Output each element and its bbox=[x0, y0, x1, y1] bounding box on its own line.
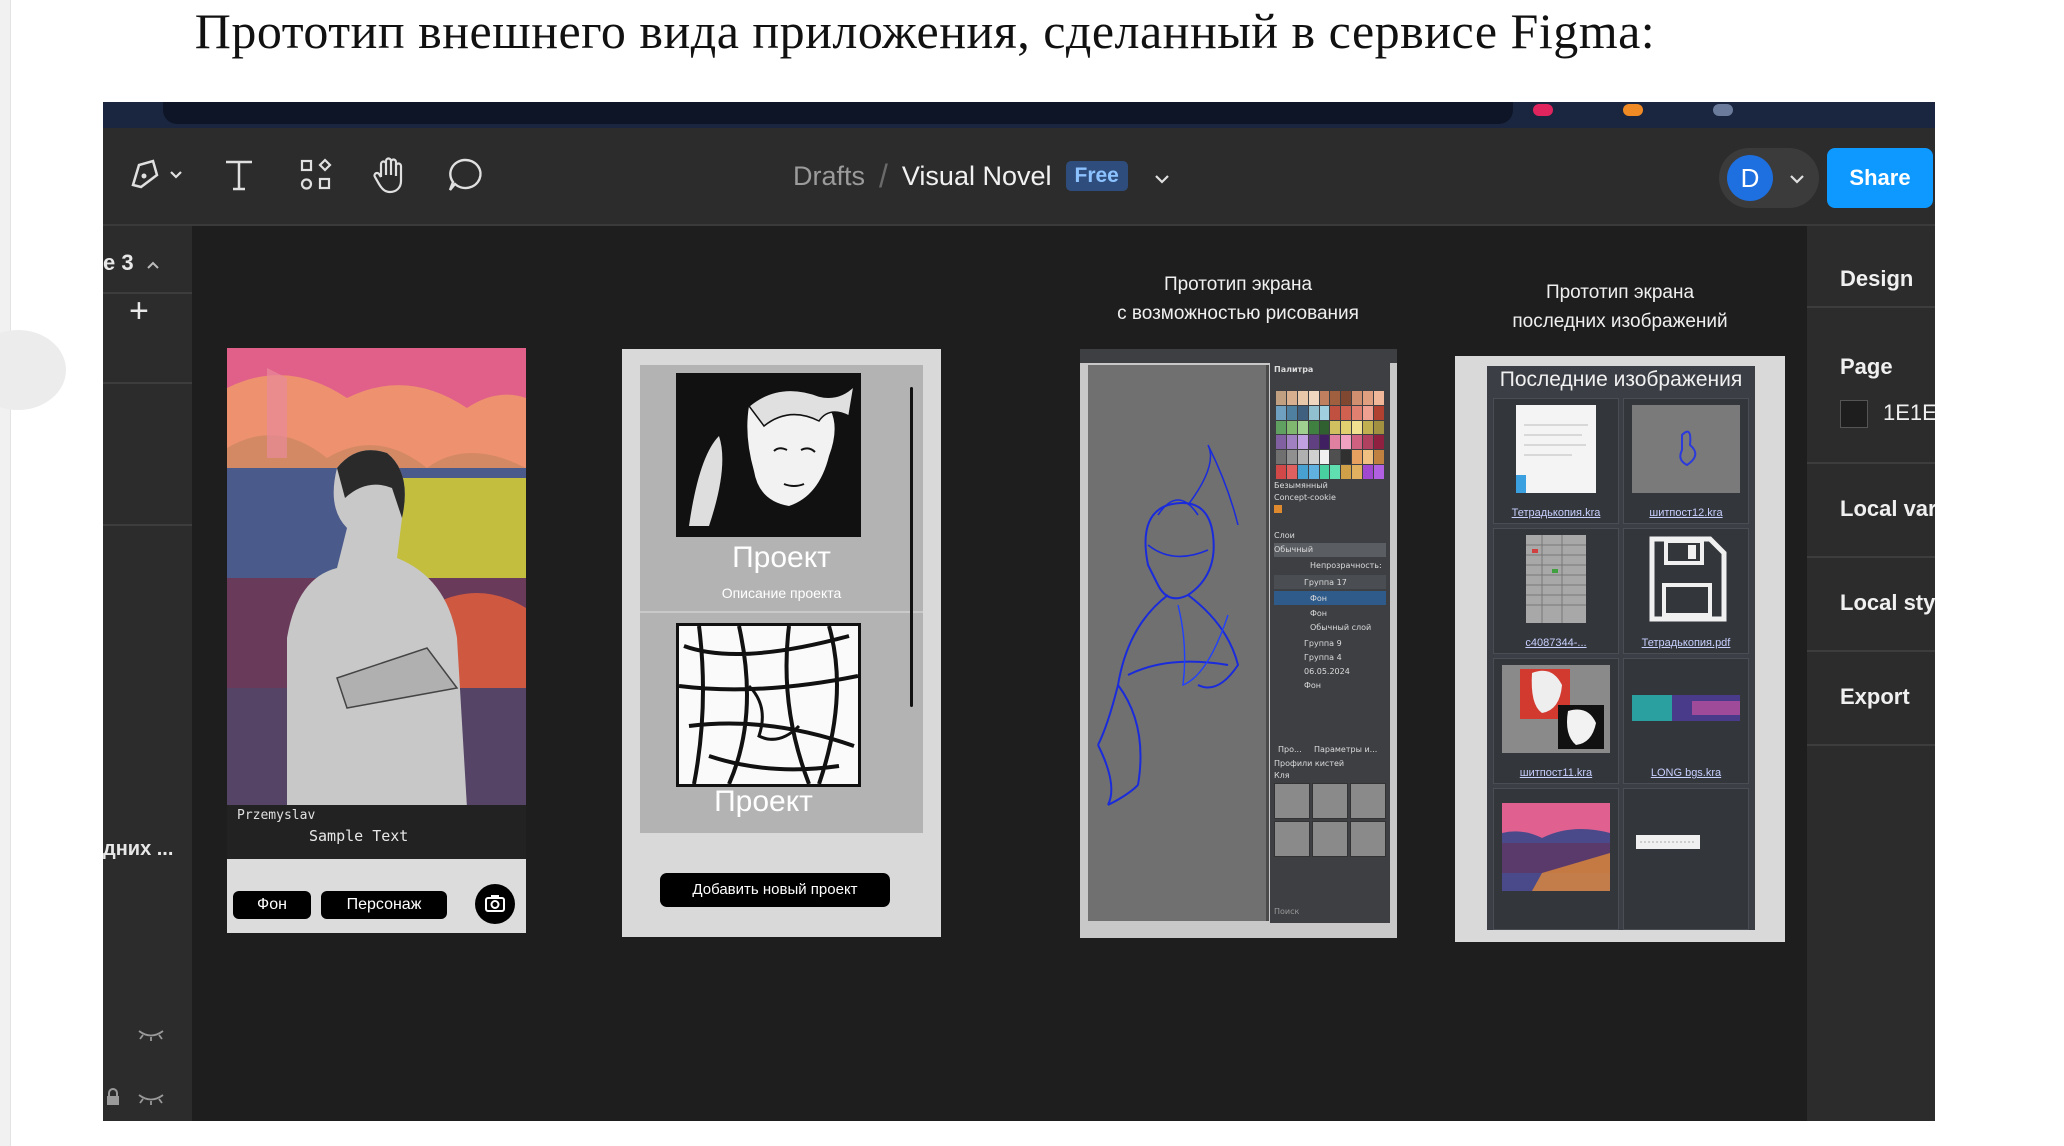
add-page-button[interactable]: + bbox=[129, 292, 149, 331]
project-title-2: Проект bbox=[714, 785, 813, 818]
layer-item[interactable]: дних ... bbox=[103, 838, 173, 861]
brush-search-input[interactable]: Поиск bbox=[1274, 907, 1299, 916]
file-thumbnail-8 bbox=[1632, 795, 1740, 883]
avatar[interactable]: D bbox=[1727, 155, 1773, 201]
pen-tool-icon[interactable] bbox=[125, 150, 187, 200]
brush-preset-3[interactable] bbox=[1350, 783, 1386, 819]
file-menu-chevron-icon[interactable] bbox=[1154, 161, 1170, 192]
page-color-swatch[interactable] bbox=[1840, 400, 1868, 428]
project-thumbnail bbox=[676, 373, 861, 537]
design-tab[interactable]: Design bbox=[1840, 266, 1913, 292]
recent-file-tile-6[interactable]: LONG bgs.kra bbox=[1623, 658, 1749, 784]
character-button[interactable]: Персонаж bbox=[321, 891, 447, 919]
hand-tool-icon[interactable] bbox=[368, 150, 412, 200]
breadcrumb-drafts[interactable]: Drafts bbox=[793, 161, 865, 192]
frame-projects[interactable]: Проект Описание проекта Проект Добавить … bbox=[622, 349, 941, 937]
breadcrumb-separator: / bbox=[879, 157, 888, 194]
project-description: Описание проекта bbox=[721, 585, 842, 601]
brush-preset-6[interactable] bbox=[1350, 821, 1386, 857]
browser-strip bbox=[103, 102, 1935, 128]
share-button[interactable]: Share bbox=[1827, 148, 1933, 208]
brush-preset-5[interactable] bbox=[1312, 821, 1348, 857]
frame-drawing[interactable]: Палитра Безымянный Concept-cookie Слои О… bbox=[1080, 349, 1397, 938]
breadcrumb: Drafts / Visual Novel Free bbox=[793, 154, 1170, 198]
file-name-3: c4087344-... bbox=[1525, 637, 1587, 649]
file-name-4: Тетрадькопия.pdf bbox=[1641, 637, 1731, 649]
frame-scene[interactable]: Przemyslav Sample Text Фон Персонаж bbox=[227, 348, 526, 933]
hidden-eye-icon-2[interactable] bbox=[137, 1090, 165, 1110]
recent-file-tile-2[interactable]: шитпост12.kra bbox=[1623, 398, 1749, 524]
character-name: Przemyslav bbox=[237, 808, 316, 823]
drawing-canvas[interactable] bbox=[1088, 365, 1269, 921]
resources-icon[interactable] bbox=[296, 150, 336, 200]
text-tool-icon[interactable] bbox=[219, 150, 259, 200]
camera-icon bbox=[485, 895, 505, 912]
recent-file-tile-4[interactable]: Тетрадькопия.pdf bbox=[1623, 528, 1749, 654]
file-thumbnail-5 bbox=[1502, 665, 1610, 753]
chevron-up-icon bbox=[147, 261, 159, 269]
project-card-2[interactable]: Проект bbox=[640, 613, 923, 833]
brush-preset-2[interactable] bbox=[1312, 783, 1348, 819]
recent-frame-label: Прототип экрана последних изображений bbox=[1512, 282, 1728, 332]
document-margin bbox=[0, 0, 11, 1146]
recent-file-tile-5[interactable]: шитпост11.kra bbox=[1493, 658, 1619, 784]
brush-preset[interactable] bbox=[1274, 783, 1310, 819]
local-styles[interactable]: Local styl bbox=[1840, 590, 1935, 616]
page-selector[interactable]: e 3 bbox=[103, 250, 160, 276]
drawing-tool-panel: Палитра Безымянный Concept-cookie Слои О… bbox=[1270, 363, 1390, 923]
project-card[interactable]: Проект Описание проекта bbox=[640, 365, 923, 613]
page-color-value[interactable]: 1E1E1 bbox=[1883, 400, 1935, 426]
scrollbar[interactable] bbox=[910, 387, 913, 707]
frame-recent-images[interactable]: Последние изображения Тетрадькопия.kra ш… bbox=[1455, 356, 1785, 942]
brush-preset-4[interactable] bbox=[1274, 821, 1310, 857]
scroll-handle bbox=[0, 330, 66, 410]
figma-screenshot: Drafts / Visual Novel Free D Share e 3 +… bbox=[103, 102, 1935, 1121]
sketch-drawing bbox=[1097, 444, 1240, 806]
local-variables[interactable]: Local vari bbox=[1840, 496, 1935, 522]
design-panel: Design Page 1E1E1 Local vari Local styl … bbox=[1805, 226, 1935, 1121]
plan-badge: Free bbox=[1065, 161, 1128, 191]
project-list[interactable]: Проект Описание проекта Проект bbox=[640, 365, 923, 833]
scene-illustration bbox=[227, 348, 526, 808]
user-menu[interactable]: D bbox=[1719, 148, 1819, 208]
file-name-6: LONG bgs.kra bbox=[1650, 767, 1722, 779]
project-thumbnail-2 bbox=[676, 623, 861, 787]
layers-panel: e 3 + дних ... bbox=[103, 226, 195, 1121]
recent-images-title: Последние изображения bbox=[1499, 368, 1743, 391]
lock-icon[interactable] bbox=[105, 1088, 121, 1110]
recent-file-tile[interactable]: Тетрадькопия.kra bbox=[1493, 398, 1619, 524]
drawing-frame-label: Прототип экрана с возможностью рисования bbox=[1117, 274, 1359, 324]
export-section[interactable]: Export bbox=[1840, 684, 1910, 710]
page-heading: Page bbox=[1840, 354, 1893, 379]
file-thumbnail-7 bbox=[1502, 803, 1610, 891]
layer-row-selected[interactable] bbox=[1274, 591, 1386, 605]
recent-file-tile-7[interactable] bbox=[1493, 788, 1619, 930]
file-name[interactable]: Visual Novel bbox=[902, 161, 1052, 192]
add-project-button[interactable]: Добавить новый проект bbox=[660, 873, 890, 907]
recent-images-screen: Последние изображения Тетрадькопия.kra ш… bbox=[1487, 366, 1755, 930]
color-palette[interactable] bbox=[1276, 391, 1384, 479]
file-thumbnail-2 bbox=[1632, 405, 1740, 493]
camera-button[interactable] bbox=[475, 884, 515, 924]
file-name: Тетрадькопия.kra bbox=[1511, 507, 1601, 519]
page-selector-label: e 3 bbox=[103, 250, 134, 275]
file-name-5: шитпост11.kra bbox=[1519, 767, 1593, 779]
dialogue-text: Sample Text bbox=[309, 827, 409, 845]
file-thumbnail-3 bbox=[1526, 535, 1586, 623]
save-file-icon bbox=[1649, 536, 1727, 622]
file-thumbnail bbox=[1516, 405, 1596, 493]
recent-file-tile-8[interactable] bbox=[1623, 788, 1749, 930]
recent-file-tile-3[interactable]: c4087344-... bbox=[1493, 528, 1619, 654]
file-thumbnail-6 bbox=[1632, 665, 1740, 753]
file-name-2: шитпост12.kra bbox=[1649, 507, 1723, 519]
figma-toolbar: Drafts / Visual Novel Free D Share bbox=[103, 128, 1935, 226]
background-button[interactable]: Фон bbox=[233, 891, 311, 919]
hidden-eye-icon[interactable] bbox=[137, 1026, 165, 1046]
user-chevron-down-icon[interactable] bbox=[1789, 170, 1805, 189]
project-title: Проект bbox=[732, 541, 831, 574]
comment-icon[interactable] bbox=[443, 150, 487, 200]
document-caption: Прототип внешнего вида приложения, сдела… bbox=[194, 3, 1656, 59]
